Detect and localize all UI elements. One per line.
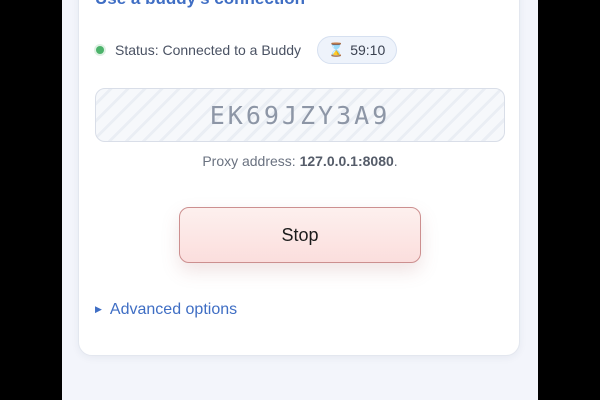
advanced-options-toggle[interactable]: ▶ Advanced options (95, 301, 237, 319)
connection-code-box: EK69JZY3A9 (95, 88, 505, 142)
status-text: Status: Connected to a Buddy (115, 42, 302, 58)
triangle-right-icon: ▶ (95, 305, 102, 315)
proxy-address-label: Proxy address: (202, 153, 300, 169)
timer-badge: ⌛ 59:10 (317, 36, 398, 64)
status-row: Status: Connected to a Buddy ⌛ 59:10 (95, 35, 505, 65)
timer-text: 59:10 (350, 42, 386, 58)
proxy-address-line: Proxy address: 127.0.0.1:8080. (79, 153, 521, 169)
status-dot-icon (96, 46, 104, 54)
advanced-options-label: Advanced options (109, 301, 238, 318)
connection-code: EK69JZY3A9 (209, 100, 391, 130)
proxy-address-suffix: . (393, 153, 398, 169)
hourglass-icon: ⌛ (328, 42, 345, 58)
section-title: Use a buddy's connection (95, 0, 305, 9)
stop-button[interactable]: Stop (179, 207, 421, 263)
buddy-connection-card: Use a buddy's connection Status: Connect… (78, 0, 520, 356)
proxy-address-value: 127.0.0.1:8080 (299, 153, 394, 169)
panel-viewport: Use a buddy's connection Status: Connect… (62, 0, 538, 400)
